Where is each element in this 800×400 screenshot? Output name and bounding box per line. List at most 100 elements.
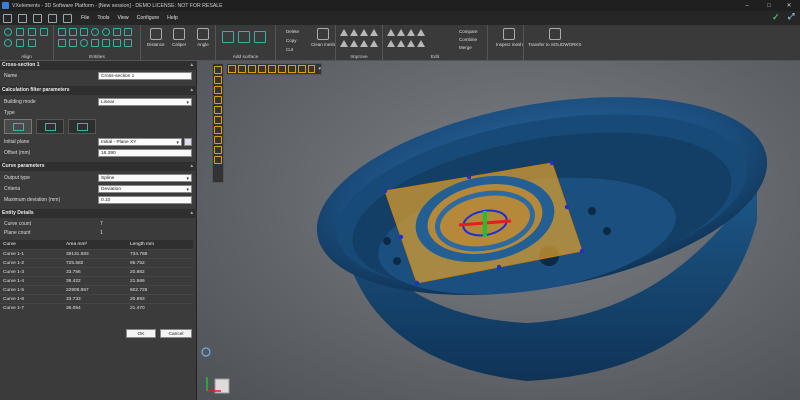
table-row[interactable]: Curve 1-1 39131.883 734.788 xyxy=(0,249,193,258)
menu-configure[interactable]: Configure xyxy=(133,15,164,21)
compare-button[interactable]: Compare xyxy=(459,29,478,34)
plane-handle[interactable] xyxy=(414,280,420,286)
max-deviation-input[interactable]: 0.10 xyxy=(98,196,192,204)
minimize-icon[interactable]: – xyxy=(736,0,758,11)
menu-file[interactable]: File xyxy=(77,15,93,21)
collapse-icon[interactable]: ▴ xyxy=(190,86,193,95)
align5-icon[interactable] xyxy=(28,39,36,47)
collapse-icon[interactable]: ▴ xyxy=(190,61,193,70)
edit-icon[interactable] xyxy=(387,29,395,36)
offset-input[interactable]: 16.390 xyxy=(98,149,192,157)
view-front-icon[interactable] xyxy=(228,65,236,73)
align-icon[interactable] xyxy=(16,28,24,36)
plane-handle[interactable] xyxy=(466,174,472,180)
surface-icon[interactable] xyxy=(222,31,234,43)
col-curve[interactable]: Curve xyxy=(0,240,63,249)
mesh3-icon[interactable] xyxy=(360,29,368,36)
wheel-model[interactable] xyxy=(197,61,800,400)
col-area[interactable]: Area mm² xyxy=(63,240,127,249)
slot-icon[interactable] xyxy=(124,28,132,36)
select-icon[interactable] xyxy=(214,66,222,74)
surface2-icon[interactable] xyxy=(238,31,250,43)
edit5-icon[interactable] xyxy=(387,40,395,47)
view-right-icon[interactable] xyxy=(277,65,286,73)
menu-view[interactable]: View xyxy=(113,15,132,21)
section-header-cross-section[interactable]: Cross-section 1 ▴ xyxy=(0,61,197,70)
menu-tools[interactable]: Tools xyxy=(93,15,113,21)
caliper-button[interactable]: Caliper xyxy=(172,28,186,47)
delete-button[interactable]: Delete xyxy=(286,29,299,34)
cone-icon[interactable] xyxy=(91,39,99,47)
cancel-button[interactable]: Cancel xyxy=(160,329,192,338)
plane-handle[interactable] xyxy=(382,188,388,194)
type-parallel-button[interactable] xyxy=(36,119,64,134)
polygon-icon[interactable] xyxy=(214,96,222,104)
more-views-icon[interactable]: ▾ xyxy=(318,66,321,72)
cut-button[interactable]: Cut xyxy=(286,47,293,52)
expand-icon[interactable]: ⤢ xyxy=(788,12,794,22)
isometric-icon[interactable] xyxy=(307,65,316,73)
cylinder-icon[interactable] xyxy=(80,39,88,47)
merge-button[interactable]: Merge xyxy=(459,45,472,50)
angle-button[interactable]: Angle xyxy=(197,28,209,47)
plane-handle[interactable] xyxy=(549,160,555,166)
table-row[interactable]: Curve 1-3 33.756 20.882 xyxy=(0,267,193,276)
clean-mesh-button[interactable]: Clean mesh xyxy=(311,28,335,47)
check-icon[interactable]: ✓ xyxy=(772,12,780,23)
square-icon[interactable] xyxy=(113,28,121,36)
edit8-icon[interactable] xyxy=(417,40,425,47)
circle-icon[interactable] xyxy=(91,28,99,36)
3d-viewport[interactable] xyxy=(197,61,800,400)
table-row[interactable]: Curve 1-2 725.582 95.752 xyxy=(0,258,193,267)
mesh4-icon[interactable] xyxy=(370,29,378,36)
view-back-icon[interactable] xyxy=(237,65,246,73)
plane-handle[interactable] xyxy=(564,204,570,210)
maximize-icon[interactable]: □ xyxy=(758,0,780,11)
forward-icon[interactable] xyxy=(33,13,42,23)
surface-select-icon[interactable] xyxy=(214,116,222,124)
inspect-mesh-button[interactable]: Inspect mesh xyxy=(496,28,523,47)
section-header-curve[interactable]: Curve parameters ▴ xyxy=(0,162,197,171)
circle-select-icon[interactable] xyxy=(214,156,222,164)
output-type-select[interactable]: Spline xyxy=(98,174,192,183)
type-radial-button[interactable] xyxy=(68,119,96,134)
copy-button[interactable]: Copy xyxy=(286,38,297,43)
surface3-icon[interactable] xyxy=(254,31,266,43)
sphere2-icon[interactable] xyxy=(4,39,12,47)
ok-button[interactable]: OK xyxy=(126,329,156,338)
name-input[interactable]: Cross-section 1 xyxy=(98,72,192,80)
initial-plane-select[interactable]: Initial - Plane XY xyxy=(98,138,182,147)
plane-handle[interactable] xyxy=(579,248,585,254)
type-planar-button[interactable] xyxy=(4,119,32,134)
table-row[interactable]: Curve 1-7 36.054 21.470 xyxy=(0,303,193,312)
menu-help[interactable]: Help xyxy=(163,15,182,21)
sphere-icon[interactable] xyxy=(4,28,12,36)
section-header-entity[interactable]: Entity Details ▴ xyxy=(0,209,197,218)
line-icon[interactable] xyxy=(69,28,77,36)
triangle-select-icon[interactable] xyxy=(214,146,222,154)
section-header-calc[interactable]: Calculation filter parameters ▴ xyxy=(0,86,197,95)
settings-icon[interactable] xyxy=(63,13,72,23)
collapse-icon[interactable]: ▴ xyxy=(190,209,193,218)
mesh8-icon[interactable] xyxy=(370,40,378,47)
section-icon[interactable] xyxy=(124,39,132,47)
edit7-icon[interactable] xyxy=(407,40,415,47)
home-icon[interactable] xyxy=(3,13,12,23)
col-length[interactable]: Length mm xyxy=(127,240,193,249)
table-row[interactable]: Curve 1-6 33.733 20.893 xyxy=(0,294,193,303)
pick-plane-icon[interactable] xyxy=(184,138,192,146)
edit2-icon[interactable] xyxy=(397,29,405,36)
align4-icon[interactable] xyxy=(16,39,24,47)
align3-icon[interactable] xyxy=(40,28,48,36)
view-left-icon[interactable] xyxy=(267,65,276,73)
mesh2-icon[interactable] xyxy=(350,29,358,36)
criteria-select[interactable]: Deviation xyxy=(98,185,192,194)
point-icon[interactable] xyxy=(113,39,121,47)
edit4-icon[interactable] xyxy=(417,29,425,36)
edge-select-icon[interactable] xyxy=(214,136,222,144)
table-row[interactable]: Curve 1-5 22908.857 602.728 xyxy=(0,285,193,294)
rectangle-icon[interactable] xyxy=(214,86,222,94)
lasso-icon[interactable] xyxy=(214,76,222,84)
align2-icon[interactable] xyxy=(28,28,36,36)
polyline-icon[interactable] xyxy=(80,28,88,36)
